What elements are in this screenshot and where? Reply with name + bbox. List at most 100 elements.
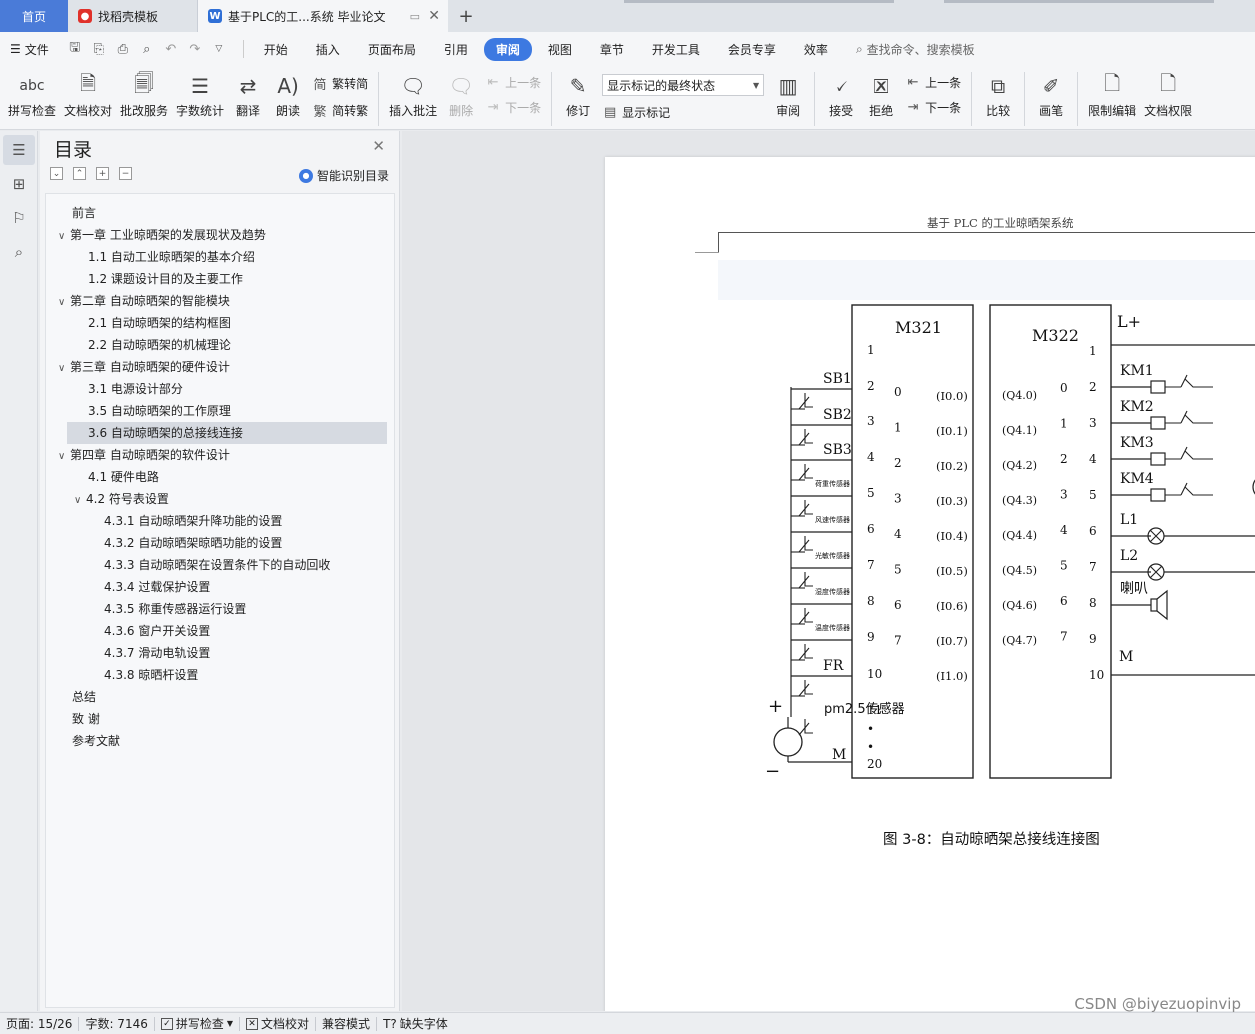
redo-icon[interactable]: ↷	[185, 42, 205, 57]
restrict-edit-button[interactable]: 🗋 限制编辑	[1084, 70, 1140, 119]
next-comment-button[interactable]: ⇥ 下一条	[485, 99, 541, 116]
smart-toc-button[interactable]: ● 智能识别目录	[298, 167, 389, 184]
new-tab-button[interactable]: +	[448, 0, 484, 32]
compare-button[interactable]: ⧉ 比较	[978, 70, 1018, 119]
menu-view[interactable]: 视图	[536, 38, 584, 61]
toc-item[interactable]: 4.3.2 自动晾晒架晾晒功能的设置	[90, 532, 282, 554]
show-markup-button[interactable]: ▤ 显示标记	[602, 104, 764, 121]
markup-state-select[interactable]: 显示标记的最终状态 ▼	[602, 74, 765, 96]
bookmark-icon[interactable]: ⚐	[3, 203, 35, 233]
word-count-indicator[interactable]: 字数: 7146	[79, 1015, 153, 1032]
export-icon[interactable]: ⎘	[89, 42, 109, 57]
toc-item[interactable]: 致 谢	[58, 708, 100, 730]
menu-page-layout[interactable]: 页面布局	[356, 38, 428, 61]
chevron-down-icon[interactable]: ▽	[209, 44, 229, 54]
toc-item[interactable]: 1.1 自动工业晾晒架的基本介绍	[74, 246, 255, 268]
toc-item[interactable]: 参考文献	[58, 730, 120, 752]
chevron-down-icon[interactable]: ∨	[58, 226, 70, 248]
toc-item[interactable]: 3.1 电源设计部分	[74, 378, 183, 400]
spell-check-button[interactable]: abc 拼写检查	[4, 70, 60, 119]
plus-icon[interactable]: +	[96, 167, 109, 180]
insert-comment-button[interactable]: 🗨 插入批注	[385, 70, 441, 119]
toc-item[interactable]: 4.3.8 晾晒杆设置	[90, 664, 198, 686]
doc-permission-button[interactable]: 🗋 文档权限	[1140, 70, 1196, 119]
menu-developer[interactable]: 开发工具	[640, 38, 712, 61]
menu-start[interactable]: 开始	[252, 38, 300, 61]
menu-chapter[interactable]: 章节	[588, 38, 636, 61]
spell-check-status[interactable]: ✓ 拼写检查 ▼	[155, 1015, 239, 1032]
menu-references[interactable]: 引用	[432, 38, 480, 61]
menu-insert[interactable]: 插入	[304, 38, 352, 61]
read-aloud-button[interactable]: A) 朗读	[268, 70, 308, 119]
collapse-icon[interactable]: ⌄	[50, 167, 63, 180]
toc-item[interactable]: 总结	[58, 686, 96, 708]
pen-button[interactable]: ✐ 画笔	[1031, 70, 1071, 119]
chevron-down-icon[interactable]: ∨	[58, 292, 70, 314]
menu-review[interactable]: 审阅	[483, 37, 532, 61]
toc-item[interactable]: ∨ 第二章 自动晾晒架的智能模块	[58, 290, 230, 312]
delete-comment-button[interactable]: 🗨 删除	[441, 70, 481, 119]
toc-item[interactable]: ∨ 4.2 符号表设置	[74, 488, 169, 510]
chevron-down-icon[interactable]: ∨	[74, 490, 86, 512]
toc-item[interactable]: 4.3.7 滑动电轨设置	[90, 642, 210, 664]
chevron-down-icon[interactable]: ∨	[58, 358, 70, 380]
chapter-nav-icon[interactable]: ⊞	[3, 169, 35, 199]
permission-icon: 🗋	[1160, 71, 1177, 95]
track-changes-icon: ✎	[569, 74, 587, 98]
menu-efficiency[interactable]: 效率	[792, 38, 840, 61]
preview-icon[interactable]: ⌕	[137, 42, 157, 57]
file-menu[interactable]: ☰ 文件	[0, 41, 57, 58]
tab-document[interactable]: W 基于PLC的工...系统 毕业论文 ▭ ✕	[198, 0, 448, 32]
toc-item[interactable]: 4.3.4 过载保护设置	[90, 576, 210, 598]
close-tab-icon[interactable]: ✕	[428, 8, 440, 24]
review-pane-button[interactable]: ▥ 审阅	[768, 70, 808, 119]
toc-item[interactable]: ∨ 第四章 自动晾晒架的软件设计	[58, 444, 230, 466]
save-icon[interactable]: 🖫	[65, 38, 85, 60]
prev-comment-button[interactable]: ⇤ 上一条	[485, 74, 541, 91]
page-indicator[interactable]: 页面: 15/26	[0, 1015, 78, 1032]
minus-icon[interactable]: −	[119, 167, 132, 180]
proofread-status[interactable]: ✕ 文档校对	[240, 1015, 315, 1032]
proofread-button[interactable]: 🗎 文档校对	[60, 70, 116, 119]
word-count-button[interactable]: ☰ 字数统计	[172, 70, 228, 119]
toc-item[interactable]: 3.5 自动晾晒架的工作原理	[74, 400, 231, 422]
toc-item[interactable]: ∨ 第三章 自动晾晒架的硬件设计	[58, 356, 230, 378]
prev-change-button[interactable]: ⇤ 上一条	[905, 74, 961, 91]
missing-font-button[interactable]: T? 缺失字体	[377, 1015, 454, 1032]
simp-to-trad-button[interactable]: 繁简转繁	[312, 101, 369, 120]
accept-button[interactable]: 🗸 接受	[821, 70, 861, 119]
input-address: (I0.3)	[936, 494, 968, 508]
toc-item[interactable]: ∨ 第一章 工业晾晒架的发展现状及趋势	[58, 224, 266, 246]
toc-item[interactable]: 2.2 自动晾晒架的机械理论	[74, 334, 231, 356]
tab-docer-templates[interactable]: ● 找稻壳模板	[68, 0, 198, 32]
command-search[interactable]: ⌕ 查找命令、搜索模板	[856, 41, 975, 58]
toc-item[interactable]: 4.3.3 自动晾晒架在设置条件下的自动回收	[90, 554, 330, 576]
toc-item[interactable]: 1.2 课题设计目的及主要工作	[74, 268, 243, 290]
toc-item[interactable]: 2.1 自动晾晒架的结构框图	[74, 312, 231, 334]
toc-item[interactable]: 4.3.5 称重传感器运行设置	[90, 598, 246, 620]
toc-item[interactable]: 4.3.1 自动晾晒架升降功能的设置	[90, 510, 282, 532]
toc-item[interactable]: 4.1 硬件电路	[74, 466, 159, 488]
tab-home[interactable]: 首页	[0, 0, 68, 32]
trad-to-simp-button[interactable]: 简繁转简	[312, 74, 369, 93]
toc-item[interactable]: 前言	[58, 202, 96, 224]
undo-icon[interactable]: ↶	[161, 42, 181, 57]
toc-panel-icon[interactable]: ☰	[3, 135, 35, 165]
print-icon[interactable]: ⎙	[113, 42, 133, 57]
toc-item[interactable]: 3.6 自动晾晒架的总接线连接	[67, 422, 387, 444]
close-icon[interactable]: ✕	[372, 137, 385, 155]
bit-number: 7	[1060, 630, 1068, 644]
chevron-down-icon[interactable]: ∨	[58, 446, 70, 468]
menu-member[interactable]: 会员专享	[716, 38, 788, 61]
expand-icon[interactable]: ⌃	[73, 167, 86, 180]
reject-button[interactable]: 🗷 拒绝	[861, 70, 901, 119]
terminal-number: 3	[867, 414, 875, 428]
batch-service-button[interactable]: 🗐 批改服务	[116, 70, 172, 119]
screen-icon[interactable]: ▭	[410, 10, 420, 23]
contact-symbol	[1165, 410, 1213, 424]
translate-button[interactable]: ⇄ 翻译	[228, 70, 268, 119]
next-change-button[interactable]: ⇥ 下一条	[905, 99, 961, 116]
search-icon[interactable]: ⌕	[3, 237, 35, 267]
toc-item[interactable]: 4.3.6 窗户开关设置	[90, 620, 210, 642]
track-changes-button[interactable]: ✎ 修订	[558, 70, 598, 119]
